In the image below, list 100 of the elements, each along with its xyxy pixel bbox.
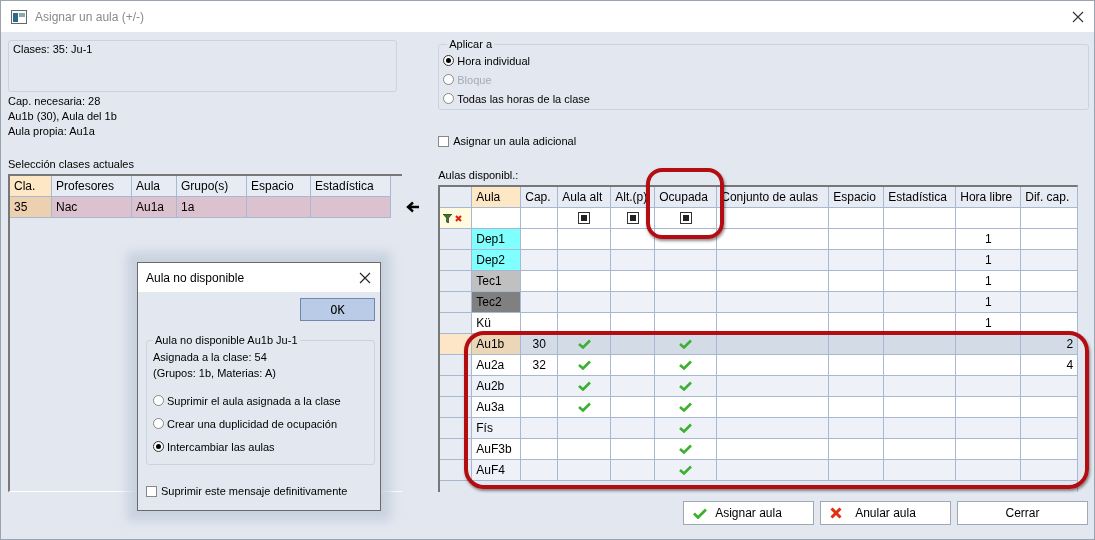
column-header[interactable]: Estadística	[311, 176, 391, 197]
filter-cell[interactable]	[829, 208, 885, 229]
table-cell: 35	[10, 197, 52, 218]
checkbox[interactable]	[146, 485, 157, 497]
left-arrow-icon	[406, 201, 420, 213]
table-cell	[558, 439, 612, 460]
table-cell	[655, 292, 718, 313]
close-icon[interactable]	[359, 271, 371, 284]
table-cell	[829, 271, 885, 292]
info-text: Asignada a la clase: 54	[153, 350, 268, 365]
filter-cell[interactable]	[611, 208, 656, 229]
filter-cell[interactable]	[1021, 208, 1079, 229]
table-cell	[558, 292, 612, 313]
column-header[interactable]: Ocupada	[655, 187, 718, 208]
table-cell: 32	[521, 355, 559, 376]
table-cell	[956, 334, 1022, 355]
room-cell: Dep2	[472, 250, 522, 271]
table-cell: Au1a	[132, 197, 177, 218]
column-header[interactable]: Espacio	[247, 176, 311, 197]
filter-cell[interactable]	[884, 208, 957, 229]
table-cell	[829, 460, 885, 481]
ok-button[interactable]: OK	[300, 298, 375, 321]
dialog-button[interactable]: Cerrar	[957, 501, 1088, 525]
row-header[interactable]	[440, 292, 473, 313]
filter-cell[interactable]	[472, 208, 522, 229]
radio-option[interactable]: Hora individual	[443, 53, 1084, 68]
column-header[interactable]: Alt.(p)	[611, 187, 656, 208]
table-cell	[829, 355, 885, 376]
column-header[interactable]: Cap.	[521, 187, 559, 208]
column-header[interactable]: Cla.	[10, 176, 52, 197]
dialog-title: Aula no disponible	[146, 270, 245, 285]
table-cell	[829, 334, 885, 355]
filter-checkbox[interactable]	[679, 212, 692, 224]
table-cell	[956, 355, 1022, 376]
column-header[interactable]: Aula	[472, 187, 522, 208]
checkbox-option[interactable]: Asignar un aula adicional	[438, 135, 1089, 147]
table-cell	[1021, 229, 1079, 250]
column-header[interactable]: Grupo(s)	[177, 176, 247, 197]
table-cell	[611, 271, 656, 292]
radio-button[interactable]	[153, 418, 164, 429]
table-cell	[655, 250, 718, 271]
info-text: Au1b (30), Aula del 1b	[8, 109, 118, 124]
column-header[interactable]: Espacio	[829, 187, 885, 208]
checkbox-option[interactable]: Suprimir este mensaje definitivamente	[146, 485, 375, 497]
radio-button[interactable]	[153, 441, 164, 452]
radio-button[interactable]	[443, 55, 455, 66]
table-cell	[956, 439, 1022, 460]
room-cell: Au2b	[472, 376, 522, 397]
filter-cell[interactable]	[956, 208, 1022, 229]
radio-option[interactable]: Crear una duplicidad de ocupación	[153, 416, 368, 431]
table-cell: 1a	[177, 197, 247, 218]
column-header[interactable]: Aula	[132, 176, 177, 197]
table-cell: Nac	[52, 197, 132, 218]
table-cell	[956, 397, 1022, 418]
group-legend: Aula no disponible Au1b Ju-1	[153, 334, 300, 346]
table-cell	[611, 250, 656, 271]
column-header[interactable]: Profesores	[52, 176, 132, 197]
room-cell: AuF3b	[472, 439, 522, 460]
table-cell	[655, 271, 718, 292]
table-cell	[956, 376, 1022, 397]
class-info-text: Clases: 35: Ju-1	[13, 43, 93, 55]
window-title: Asignar un aula (+/-)	[35, 9, 146, 24]
filter-checkbox[interactable]	[626, 212, 639, 224]
column-header[interactable]: Estadística	[884, 187, 957, 208]
column-header[interactable]: Dif. cap.	[1021, 187, 1079, 208]
table-cell	[247, 197, 311, 218]
radio-button[interactable]	[153, 395, 164, 406]
table-cell	[611, 229, 656, 250]
radio-option[interactable]: Suprimir el aula asignada a la clase	[153, 393, 368, 408]
table-cell	[829, 376, 885, 397]
row-header[interactable]	[440, 334, 473, 355]
column-header[interactable]: Hora libre	[956, 187, 1022, 208]
radio-option[interactable]: Intercambiar las aulas	[153, 439, 368, 454]
close-icon[interactable]	[1072, 10, 1084, 23]
clear-filter-icon[interactable]	[455, 214, 463, 222]
table-cell: 30	[521, 334, 559, 355]
column-header[interactable]: Aula alt	[558, 187, 612, 208]
filter-cell[interactable]	[558, 208, 612, 229]
table-cell	[521, 292, 559, 313]
table-cell	[521, 229, 559, 250]
radio-option[interactable]: Todas las horas de la clase	[443, 91, 1084, 106]
table-cell	[829, 229, 885, 250]
filter-cell[interactable]	[521, 208, 559, 229]
filter-cell[interactable]	[717, 208, 830, 229]
room-cell: Tec2	[472, 292, 522, 313]
table-cell	[829, 397, 885, 418]
cancel-icon	[830, 507, 842, 519]
table-cell: 1	[956, 292, 1022, 313]
table-cell	[1021, 418, 1079, 439]
room-cell: Tec1	[472, 271, 522, 292]
table-cell	[521, 250, 559, 271]
filter-checkbox[interactable]	[578, 212, 591, 224]
dialog-button[interactable]: Anular aula	[820, 501, 951, 525]
filter-icon[interactable]	[443, 213, 453, 223]
radio-button[interactable]	[443, 93, 455, 104]
filter-cell[interactable]	[655, 208, 718, 229]
dialog-button[interactable]: Asignar aula	[683, 501, 814, 525]
table-cell	[558, 271, 612, 292]
table-cell	[1021, 397, 1079, 418]
checkbox[interactable]	[438, 135, 450, 147]
